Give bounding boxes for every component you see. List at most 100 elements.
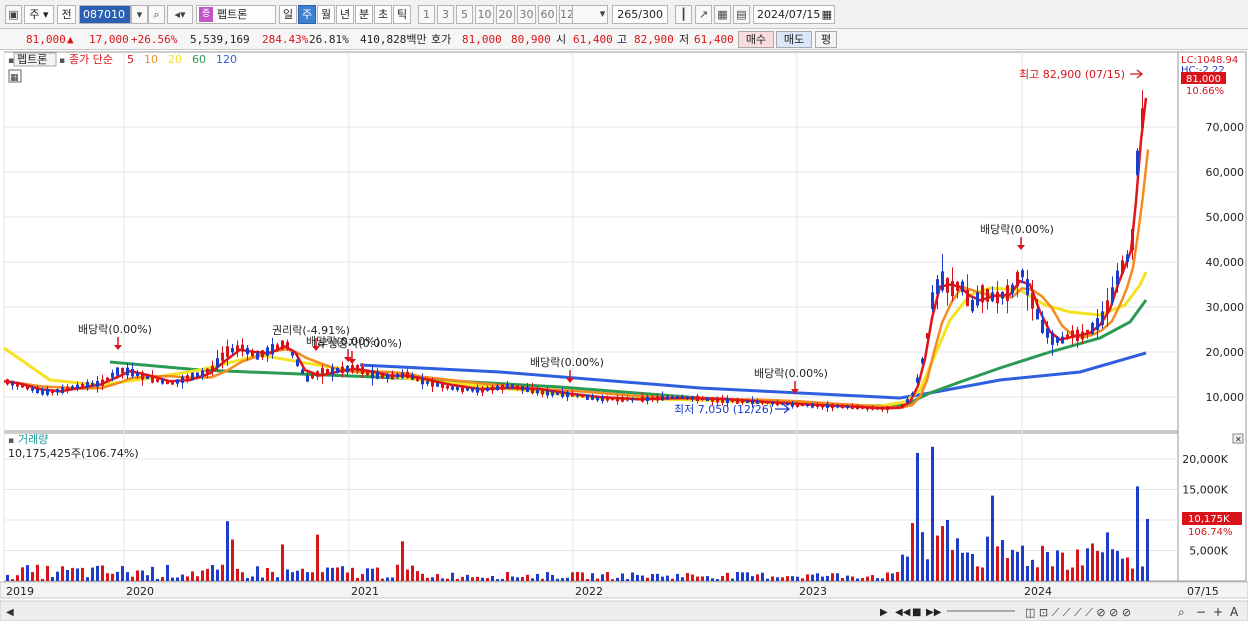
eval-button[interactable]: 평 — [815, 31, 837, 48]
volume-bar — [221, 564, 224, 581]
stock-name-field[interactable]: 증 펩트론 — [196, 5, 276, 24]
volume-bar — [921, 532, 924, 581]
volume-bar — [631, 572, 634, 581]
draw-tools-icons[interactable]: ◫ ⊡ ⟋ ⟋ ⟋ ⟋ ⊘ ⊘ ⊘ — [1025, 606, 1131, 619]
candle-body — [241, 344, 244, 352]
interval-button[interactable]: 3 — [437, 5, 454, 24]
period-tab[interactable]: 틱 — [393, 5, 411, 24]
period-tab[interactable]: 초 — [374, 5, 392, 24]
candle-body — [1116, 270, 1119, 285]
period-tab[interactable]: 년 — [336, 5, 354, 24]
market-select[interactable]: 주 ▾ — [24, 5, 54, 24]
candle-body — [1136, 150, 1139, 176]
candle-body — [101, 379, 104, 386]
stop-icon[interactable]: ■ — [912, 607, 921, 618]
volume-bar — [801, 578, 804, 581]
volume-bar — [481, 577, 484, 581]
dropdown-arrow-icon[interactable]: ▾ — [131, 5, 148, 24]
volume-bar — [261, 577, 264, 581]
price-tick-label: 40,000 — [1206, 256, 1245, 269]
volume-bar — [576, 571, 579, 581]
candle-body — [271, 344, 274, 355]
volume-bar — [56, 571, 59, 581]
fast-forward-icon[interactable]: ▶▶ — [926, 607, 942, 618]
speaker-icon[interactable]: ◂▾ — [167, 5, 193, 24]
candle-body — [716, 397, 719, 403]
current-volume-label: 10,175K — [1188, 514, 1230, 525]
volume-bar — [506, 571, 509, 581]
zoom-icon[interactable]: ⌕ — [1178, 605, 1185, 619]
stock-code-input[interactable]: 087010 — [79, 5, 131, 24]
save-icon[interactable]: ▤ — [733, 5, 750, 24]
volume-bar — [61, 566, 64, 581]
volume-bar — [91, 567, 94, 581]
zoom-out-icon[interactable]: − — [1196, 605, 1206, 619]
candle-body — [961, 281, 964, 293]
volume-bar — [761, 572, 764, 581]
candle-body — [406, 371, 409, 379]
buy-button[interactable]: 매수 — [738, 31, 774, 48]
volume-bar — [691, 574, 694, 581]
search-icon[interactable]: ⌕ — [148, 5, 165, 24]
prev-button[interactable]: 전 — [57, 5, 76, 24]
candle-body — [176, 379, 179, 384]
volume-bar — [881, 578, 884, 581]
volume-bar — [161, 577, 164, 581]
candle-body — [1111, 287, 1114, 302]
period-tab[interactable]: 월 — [317, 5, 335, 24]
volume-bar — [811, 574, 814, 581]
interval-button[interactable]: 1 — [418, 5, 435, 24]
candle-body — [621, 396, 624, 402]
candle-body — [571, 393, 574, 397]
volume-bar — [596, 578, 599, 581]
candle-body — [591, 396, 594, 400]
scroll-left-icon[interactable]: ◀ — [6, 607, 14, 618]
volume-bar — [991, 495, 994, 581]
interval-button[interactable]: 5 — [456, 5, 473, 24]
sell-button[interactable]: 매도 — [776, 31, 812, 48]
volume-bar — [1141, 566, 1144, 581]
period-tab[interactable]: 일 — [279, 5, 297, 24]
period-tab[interactable]: 분 — [355, 5, 373, 24]
volume-bar — [121, 566, 124, 581]
candle-body — [846, 405, 849, 409]
candle-body — [246, 347, 249, 355]
play-icon[interactable]: ▶ — [880, 607, 888, 618]
volume-bar — [1136, 486, 1139, 581]
zoom-in-icon[interactable]: + — [1213, 605, 1223, 619]
year-label: 2023 — [799, 585, 827, 598]
rewind-icon[interactable]: ◀◀ — [895, 607, 911, 618]
interval-button[interactable]: 10 — [475, 5, 494, 24]
volume-bar — [511, 576, 514, 581]
font-size-icon[interactable]: A — [1230, 605, 1239, 619]
candle-body — [946, 278, 949, 293]
calendar-icon[interactable]: ▦ — [822, 6, 832, 23]
volume-bar — [441, 578, 444, 581]
page-count-field[interactable]: 265/300 — [612, 5, 668, 24]
candle-body — [681, 396, 684, 399]
interval-button[interactable]: 20 — [496, 5, 515, 24]
table-icon[interactable]: ▦ — [714, 5, 731, 24]
volume-bar — [51, 577, 54, 581]
candle-body — [356, 365, 359, 372]
price-tick-label: 50,000 — [1206, 211, 1245, 224]
volume-summary: 10,175,425주(106.74%) — [8, 447, 139, 460]
candle-chart-icon[interactable]: ┃ — [675, 5, 692, 24]
volume-bar — [311, 572, 314, 581]
window-icon[interactable]: ▣ — [5, 5, 22, 24]
compare-icon[interactable]: ↗ — [695, 5, 712, 24]
candle-body — [1131, 228, 1134, 251]
candle-body — [1031, 292, 1034, 309]
candle-body — [396, 374, 399, 378]
period-tab[interactable]: 주 — [298, 5, 316, 24]
candle-body — [671, 396, 674, 399]
interval-button[interactable]: 60 — [538, 5, 557, 24]
candle-body — [286, 341, 289, 348]
volume-bar — [346, 572, 349, 581]
candle-body — [856, 406, 859, 409]
chevron-down-icon[interactable]: ▾ — [594, 5, 611, 24]
stock-chart[interactable]: 배당락(0.00%) 권리락(-4.91%)배당락(0.00%)무상증자(0.00… — [0, 50, 1248, 621]
date-field[interactable]: 2024/07/15 ▦ — [753, 5, 835, 24]
interval-button[interactable]: 30 — [517, 5, 536, 24]
candle-body — [436, 382, 439, 387]
